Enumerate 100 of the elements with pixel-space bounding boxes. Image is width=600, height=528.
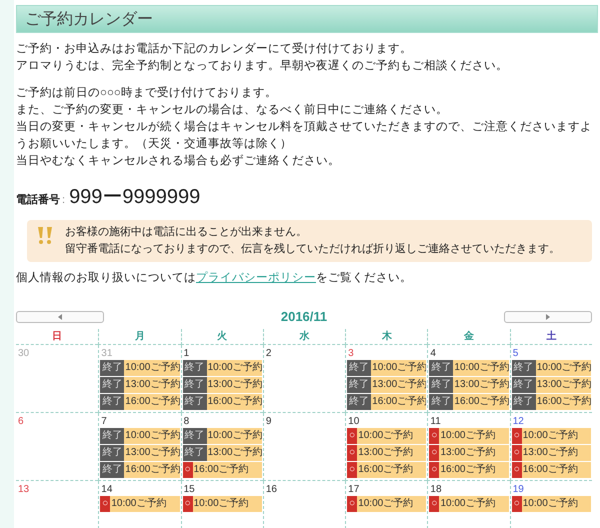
- reservation-slot[interactable]: 終了 10:00ご予約: [182, 360, 262, 376]
- slot-label: 13:00ご予約: [125, 446, 180, 460]
- reservation-slot[interactable]: 終了 13:00ご予約: [100, 376, 180, 393]
- slot-status: ○: [347, 462, 358, 478]
- slot-label: 10:00ご予約: [440, 429, 496, 444]
- slot-label: 13:00ご予約: [522, 446, 578, 460]
- reservation-slot[interactable]: ○ 13:00ご予約: [429, 444, 509, 461]
- day-number: 5: [512, 346, 520, 360]
- reservation-slot[interactable]: 終了 16:00ご予約: [100, 462, 180, 478]
- weekday-header: 金: [464, 330, 474, 344]
- slot-label: 10:00ご予約: [522, 429, 578, 444]
- slot-status: 終了: [429, 360, 454, 376]
- reservation-slot[interactable]: 終了 10:00ご予約: [100, 428, 180, 444]
- slot-status: ○: [512, 428, 522, 444]
- reservation-slot[interactable]: 終了 16:00ご予約: [512, 394, 591, 410]
- slot-label: 16:00ご予約: [125, 395, 180, 410]
- day-number: 31: [100, 346, 114, 360]
- weekday-header: 木: [382, 330, 392, 344]
- reservation-slot[interactable]: ○ 13:00ご予約: [512, 444, 591, 461]
- reservation-slot[interactable]: ○ 10:00ご予約: [512, 428, 591, 444]
- slot-status: ○: [182, 462, 193, 478]
- slot-status: 終了: [347, 394, 372, 410]
- slot-label: 13:00ご予約: [125, 378, 180, 392]
- intro-text: ご予約・お申込みはお電話か下記のカレンダーにて受け付けております。: [16, 41, 413, 57]
- slot-label: 10:00ご予約: [522, 497, 578, 512]
- reservation-slot[interactable]: 終了 16:00ご予約: [182, 394, 262, 410]
- reservation-slot[interactable]: 終了 10:00ご予約: [429, 360, 509, 376]
- reservation-slot[interactable]: 終了 10:00ご予約: [512, 360, 591, 376]
- reservation-slot[interactable]: ○ 10:00ご予約: [347, 428, 426, 444]
- intro-text: アロマりうむは、完全予約制となっております。早朝や夜遅くのご予約もご相談ください。: [16, 58, 509, 74]
- reservation-slot[interactable]: 終了 10:00ご予約: [347, 360, 426, 376]
- reservation-slot[interactable]: ○ 10:00ご予約: [512, 496, 591, 512]
- reservation-slot[interactable]: 終了 13:00ご予約: [347, 376, 426, 393]
- reservation-slot[interactable]: ○ 10:00ご予約: [182, 496, 262, 512]
- day-number: 8: [182, 414, 190, 428]
- slot-status: ○: [347, 428, 358, 444]
- slot-status: 終了: [512, 360, 536, 376]
- day-number: 3: [347, 346, 355, 360]
- slot-status: ○: [429, 496, 440, 512]
- weekday-header: 月: [134, 330, 145, 344]
- slot-status: 終了: [182, 360, 207, 376]
- slot-status: 終了: [182, 428, 207, 444]
- reservation-slot[interactable]: ○ 10:00ご予約: [429, 428, 509, 444]
- slot-label: 16:00ご予約: [125, 463, 180, 478]
- reservation-slot[interactable]: ○ 13:00ご予約: [347, 444, 426, 461]
- slot-status: ○: [347, 496, 358, 512]
- reservation-slot[interactable]: ○ 10:00ご予約: [429, 496, 509, 512]
- reservation-slot[interactable]: 終了 16:00ご予約: [347, 394, 426, 410]
- slot-label: 16:00ご予約: [522, 463, 578, 478]
- reservation-slot[interactable]: 終了 13:00ご予約: [512, 376, 591, 393]
- reservation-slot[interactable]: 終了 16:00ご予約: [429, 394, 509, 410]
- slot-label: 10:00ご予約: [372, 361, 426, 376]
- slot-label: 10:00ご予約: [208, 429, 262, 444]
- slot-status: 終了: [512, 394, 536, 410]
- reservation-slot[interactable]: 終了 10:00ご予約: [100, 360, 180, 376]
- slot-status: ○: [429, 428, 440, 444]
- slot-label: 13:00ご予約: [372, 378, 426, 392]
- reservation-slot[interactable]: ○ 16:00ご予約: [429, 462, 509, 478]
- slot-label: 16:00ご予約: [440, 463, 496, 478]
- slot-status: ○: [512, 444, 522, 461]
- next-month-button[interactable]: [504, 311, 592, 323]
- day-number: 19: [512, 482, 525, 496]
- reservation-slot[interactable]: 終了 16:00ご予約: [100, 394, 180, 410]
- slot-status: ○: [512, 496, 522, 512]
- slot-status: 終了: [347, 360, 372, 376]
- reservation-slot[interactable]: ○ 16:00ご予約: [347, 462, 426, 478]
- reservation-slot[interactable]: ○ 10:00ご予約: [347, 496, 426, 512]
- privacy-text: 個人情報のお取り扱いについては プライバシーポリシー をご覧ください。: [16, 270, 413, 286]
- slot-label: 10:00ご予約: [194, 497, 249, 512]
- reservation-slot[interactable]: 終了 13:00ご予約: [182, 444, 262, 461]
- reservation-slot[interactable]: 終了 13:00ご予約: [100, 444, 180, 461]
- reservation-slot[interactable]: 終了 10:00ご予約: [182, 428, 262, 444]
- slot-label: 13:00ご予約: [358, 446, 414, 460]
- slot-label: 16:00ご予約: [454, 395, 509, 410]
- previous-month-button[interactable]: [16, 311, 104, 323]
- reservation-slot[interactable]: ○ 10:00ご予約: [100, 496, 180, 512]
- slot-status: 終了: [182, 376, 207, 393]
- slot-label: 10:00ご予約: [125, 429, 180, 444]
- policy-text: また、ご予約の変更・キャンセルの場合は、なるべく前日中にご連絡ください。: [16, 102, 449, 118]
- slot-label: 13:00ご予約: [208, 446, 262, 460]
- right-triangle-icon: [546, 314, 550, 320]
- slot-status: 終了: [100, 360, 124, 376]
- day-number: 11: [429, 414, 442, 428]
- left-triangle-icon: [58, 314, 62, 320]
- notice-text: 留守番電話になっておりますので、伝言を残していただければ折り返しご連絡させていただきます。: [65, 242, 560, 257]
- reservation-slot[interactable]: ○ 16:00ご予約: [182, 462, 262, 478]
- slot-status: 終了: [429, 394, 454, 410]
- weekday-header: 水: [299, 330, 310, 344]
- reservation-slot[interactable]: ○ 16:00ご予約: [512, 462, 591, 478]
- slot-label: 10:00ご予約: [125, 361, 180, 376]
- slot-label: 13:00ご予約: [454, 378, 509, 392]
- slot-label: 16:00ご予約: [536, 395, 591, 410]
- day-number: 15: [182, 482, 196, 496]
- reservation-slot[interactable]: 終了 13:00ご予約: [182, 376, 262, 393]
- reservation-slot[interactable]: 終了 13:00ご予約: [429, 376, 509, 393]
- slot-label: 10:00ご予約: [358, 429, 414, 444]
- slot-label: 13:00ご予約: [440, 446, 496, 460]
- slot-status: ○: [347, 444, 358, 461]
- slot-status: 終了: [100, 462, 124, 478]
- slot-label: 13:00ご予約: [208, 378, 262, 392]
